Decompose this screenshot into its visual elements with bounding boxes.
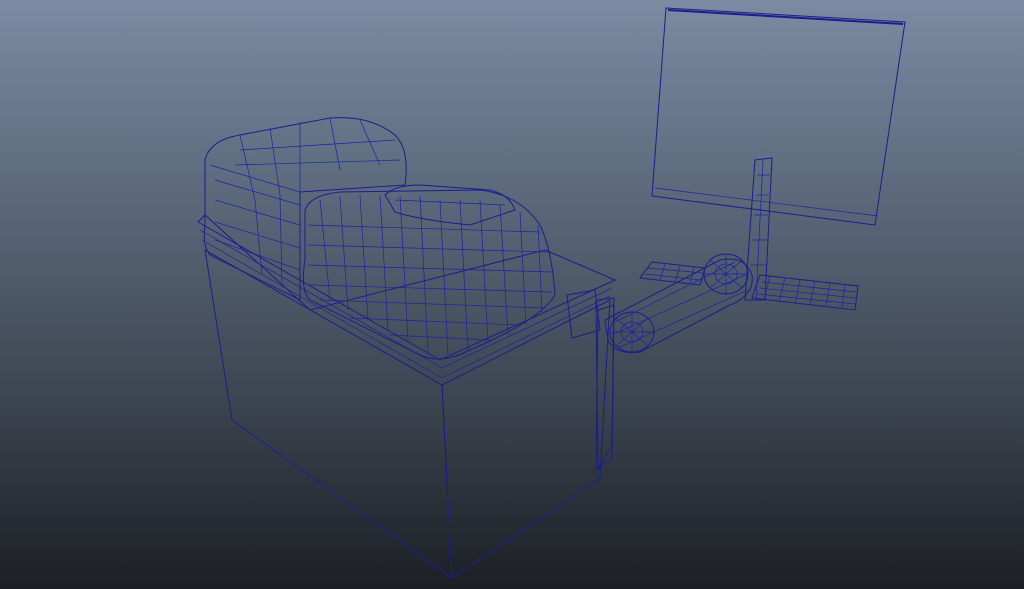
wireframe-scene[interactable] bbox=[0, 0, 1024, 589]
3d-viewport[interactable] bbox=[0, 0, 1024, 589]
cabinet-side-face bbox=[204, 249, 453, 580]
cabinet-front-face bbox=[441, 299, 611, 579]
seat-cushion-wireframe bbox=[307, 194, 553, 356]
cushioned-seat[interactable] bbox=[203, 117, 556, 360]
arm-clamp bbox=[566, 289, 601, 339]
monitor[interactable] bbox=[651, 7, 906, 226]
arm-lower-segment bbox=[604, 258, 753, 353]
